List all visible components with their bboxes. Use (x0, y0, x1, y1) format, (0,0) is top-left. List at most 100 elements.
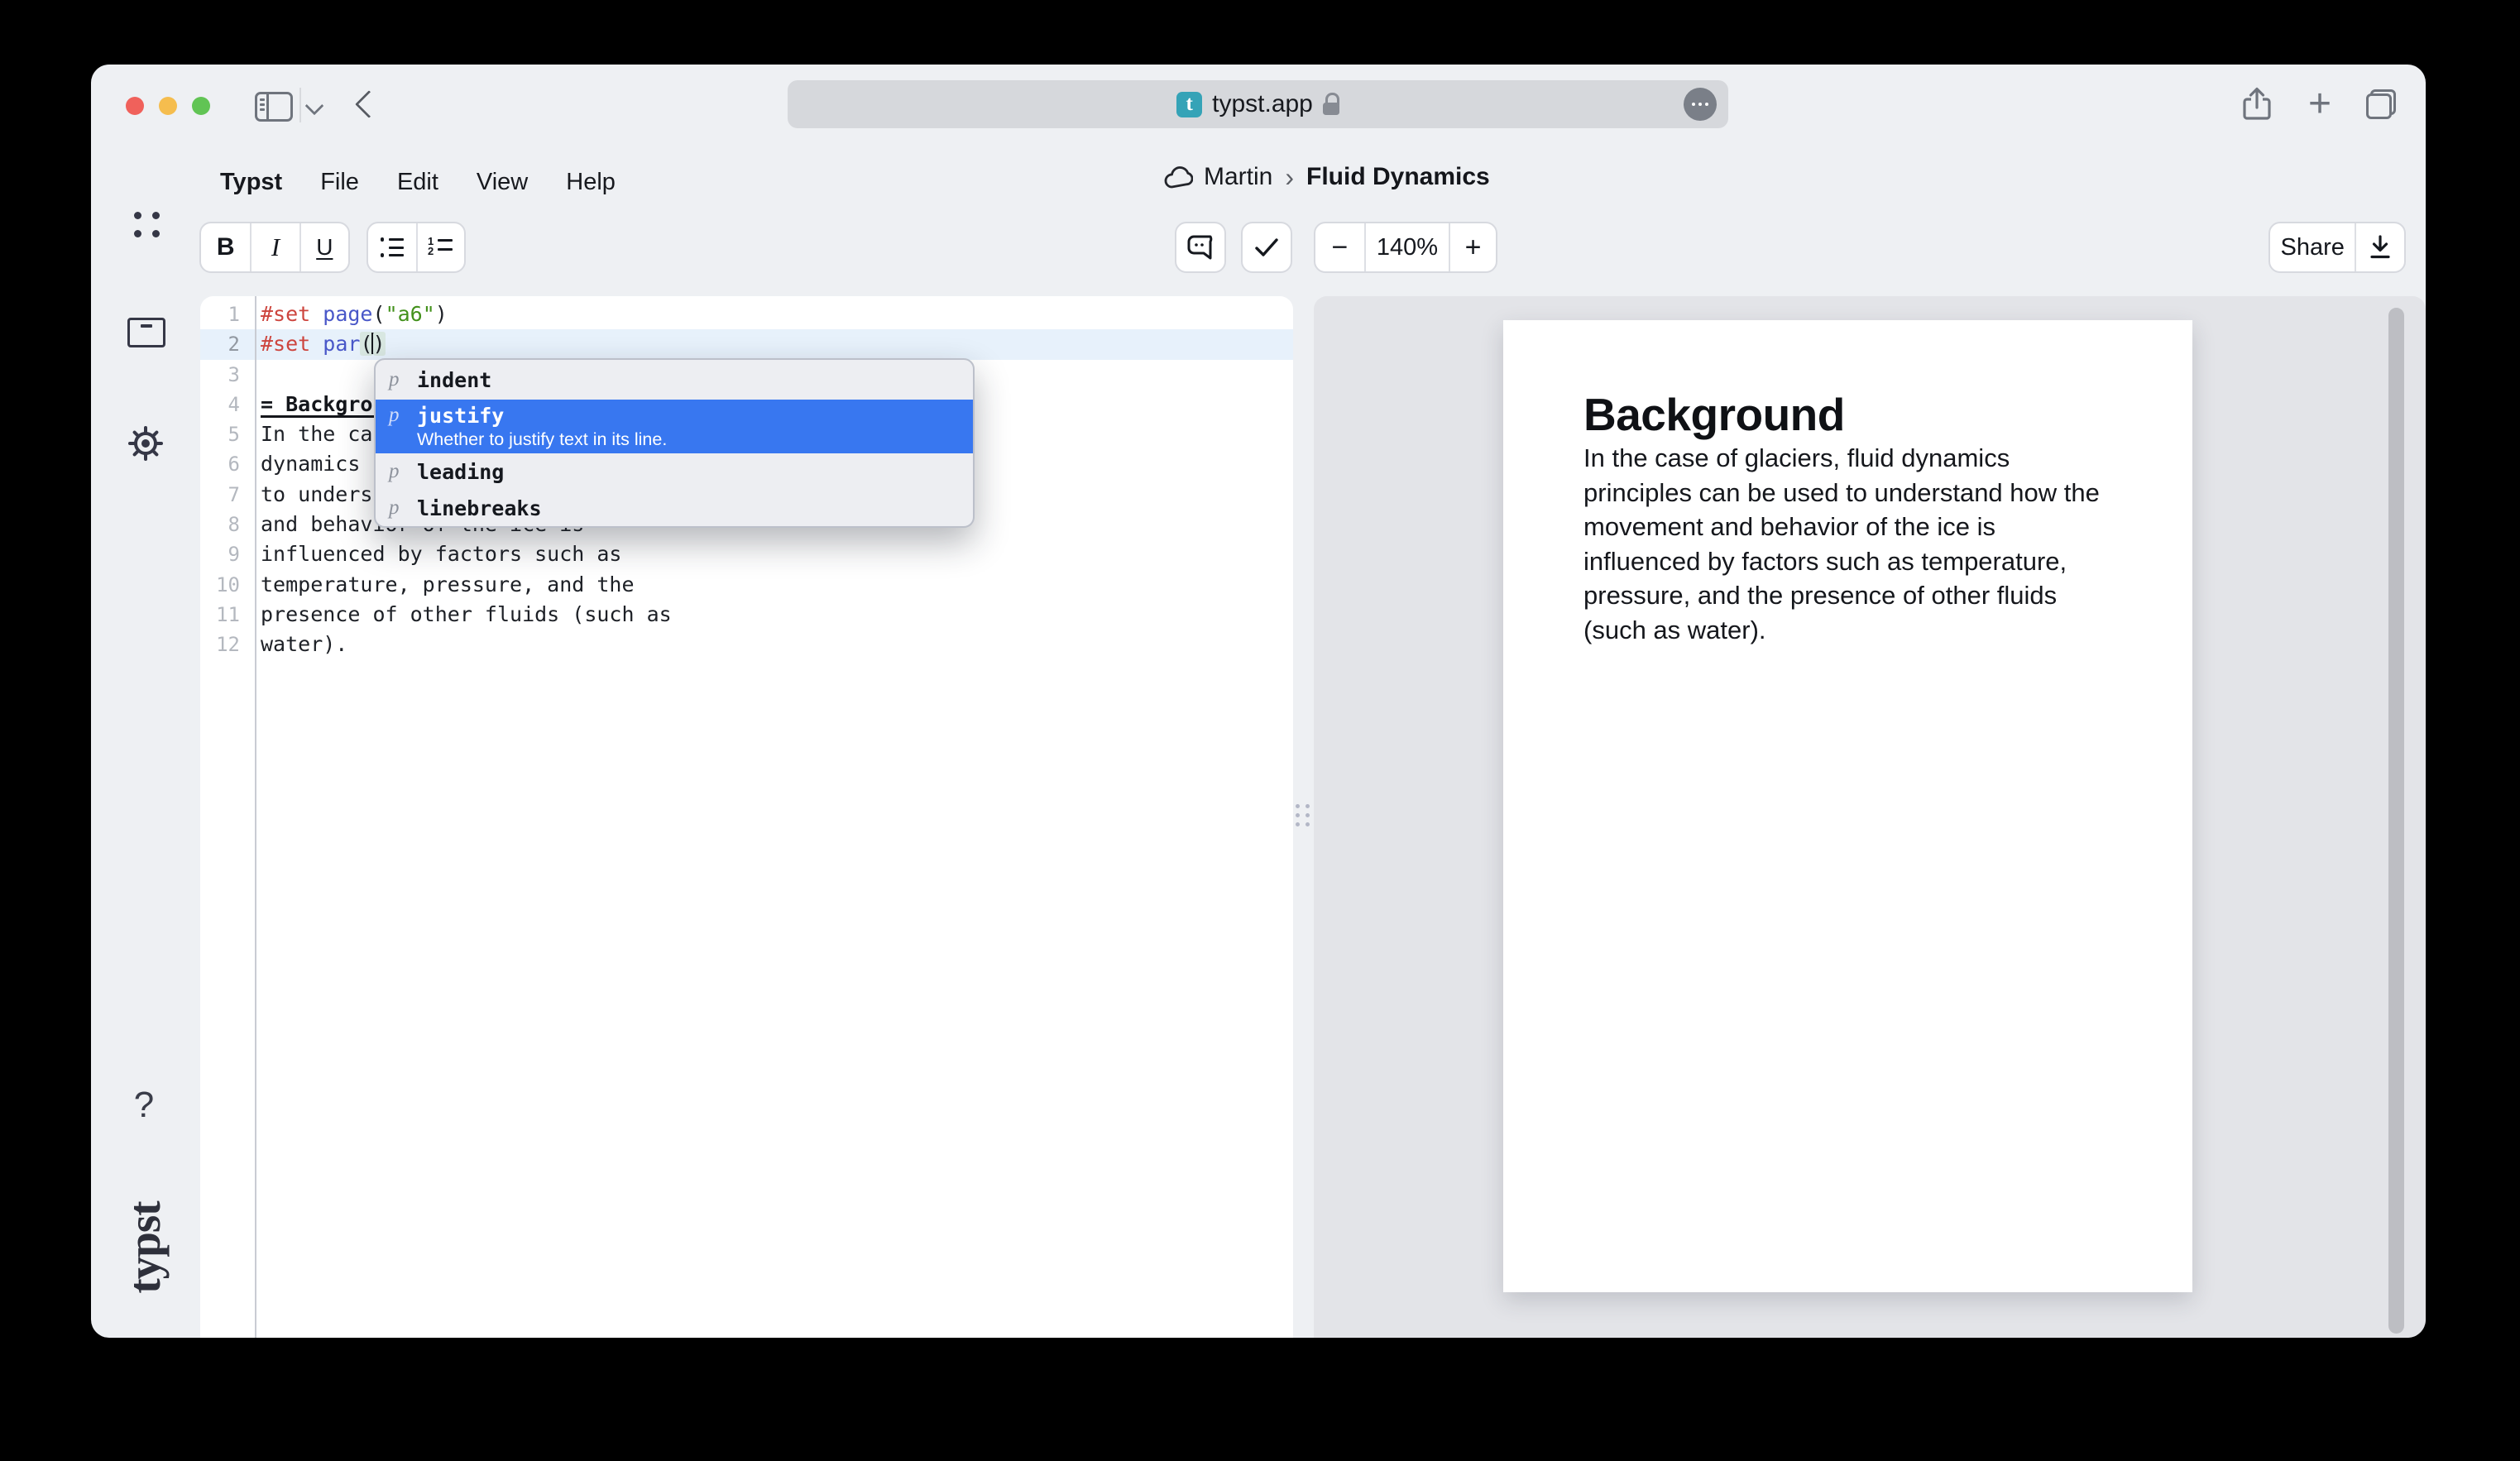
gutter-divider (255, 296, 256, 1338)
italic-button[interactable]: I (250, 223, 299, 271)
breadcrumb[interactable]: Martin › Fluid Dynamics (1163, 159, 1490, 195)
code-line-12[interactable]: 12water). (200, 630, 1293, 659)
titlebar-divider (299, 88, 301, 122)
preview-text-line: (such as water). (1583, 613, 2146, 648)
preview-heading: Background (1583, 388, 1845, 441)
line-number: 4 (200, 390, 255, 419)
share-page-button[interactable] (2234, 83, 2280, 126)
gear-icon[interactable] (126, 424, 165, 463)
share-up-icon (2241, 86, 2273, 122)
typst-logo: typst (120, 1186, 168, 1310)
list-button-group: 12 (367, 222, 466, 273)
tab-overview-icon (2366, 89, 2396, 119)
code-line-9[interactable]: 9influenced by factors such as (200, 539, 1293, 569)
pane-resize-handle[interactable] (1296, 804, 1310, 826)
preview-text-line: pressure, and the presence of other flui… (1583, 578, 2146, 613)
download-button[interactable] (2355, 223, 2404, 271)
sidebar-toggle-divider (266, 94, 269, 119)
preview-text-line: In the case of glaciers, fluid dynamics (1583, 441, 2146, 476)
autocomplete-item-justify[interactable]: p justifyWhether to justify text in its l… (376, 400, 973, 453)
code-line-1[interactable]: 1#set page("a6") (200, 299, 1293, 329)
lock-icon (1323, 92, 1339, 117)
preview-page: Background In the case of glaciers, flui… (1503, 320, 2192, 1292)
bullet-list-button[interactable] (368, 223, 416, 271)
preview-text-line: principles can be used to understand how… (1583, 476, 2146, 510)
parameter-badge-icon: p (389, 404, 407, 427)
bullet-list-icon (381, 237, 404, 257)
autocomplete-label: leading (417, 460, 504, 484)
bold-button[interactable]: B (201, 223, 250, 271)
sidebar-toggle-icon[interactable] (255, 92, 293, 122)
desktop-background: t typst.app + Typst File Edit View Help Mart… (0, 0, 2520, 1461)
apps-grid-icon[interactable] (134, 212, 160, 237)
breadcrumb-workspace[interactable]: Martin (1204, 163, 1272, 191)
zoom-control-group: − 140% + (1314, 222, 1497, 273)
autocomplete-label: justify (417, 404, 504, 428)
zoom-in-button[interactable]: + (1449, 223, 1496, 271)
autocomplete-item-indent[interactable]: pindent (376, 360, 973, 400)
menu-help[interactable]: Help (566, 169, 616, 196)
preview-pane: Background In the case of glaciers, flui… (1314, 296, 2426, 1338)
line-number: 6 (200, 449, 255, 479)
code-line-11[interactable]: 11presence of other fluids (such as (200, 600, 1293, 630)
menu-view[interactable]: View (477, 169, 528, 196)
share-button[interactable]: Share (2270, 223, 2355, 271)
breadcrumb-separator: › (1283, 162, 1296, 193)
preview-scrollbar[interactable] (2388, 308, 2404, 1334)
code-line-2[interactable]: 2#set par() (200, 329, 1293, 359)
new-tab-plus-icon: + (2308, 88, 2331, 121)
line-number: 10 (200, 570, 255, 600)
download-icon (2369, 235, 2392, 260)
maximize-window-button[interactable] (192, 97, 210, 115)
autocomplete-description: Whether to justify text in its line. (417, 429, 960, 450)
parameter-badge-icon: p (389, 460, 407, 483)
autocomplete-item-linebreaks[interactable]: p linebreaks (376, 490, 973, 526)
breadcrumb-document-title: Fluid Dynamics (1306, 163, 1490, 191)
back-icon[interactable] (355, 90, 383, 118)
numbered-list-icon: 12 (429, 237, 453, 257)
ellipsis-icon[interactable] (1684, 88, 1717, 121)
line-number: 7 (200, 480, 255, 510)
url-text: typst.app (1212, 90, 1313, 118)
line-number: 3 (200, 360, 255, 390)
browser-window: t typst.app + Typst File Edit View Help Mart… (91, 65, 2426, 1338)
traffic-lights (126, 97, 210, 115)
check-icon (1254, 237, 1279, 257)
autocomplete-item-leading[interactable]: p leading (376, 453, 973, 490)
autocomplete-popup: pindentpjustifyWhether to justify text i… (374, 358, 975, 528)
autocomplete-label: linebreaks (417, 496, 542, 520)
site-favicon: t (1176, 92, 1202, 117)
help-button[interactable]: ? (127, 1084, 160, 1127)
parameter-badge-icon: p (389, 368, 407, 391)
code-line-10[interactable]: 10temperature, pressure, and the (200, 570, 1293, 600)
menu-file[interactable]: File (320, 169, 359, 196)
numbered-list-button[interactable]: 12 (416, 223, 464, 271)
line-number: 2 (200, 329, 255, 359)
menu-edit[interactable]: Edit (397, 169, 438, 196)
format-button-group: B I U (199, 222, 350, 273)
menu-bar: Typst File Edit View Help (220, 164, 616, 200)
line-number: 9 (200, 539, 255, 569)
line-number: 8 (200, 510, 255, 539)
minimize-window-button[interactable] (159, 97, 177, 115)
zoom-out-button[interactable]: − (1315, 223, 1364, 271)
preview-text-line: influenced by factors such as temperatur… (1583, 544, 2146, 579)
comment-button[interactable] (1175, 222, 1226, 273)
autocomplete-label: indent (417, 368, 491, 392)
zoom-level[interactable]: 140% (1364, 223, 1449, 271)
tab-overview-button[interactable] (2358, 83, 2404, 126)
preview-body: In the case of glaciers, fluid dynamicsp… (1583, 441, 2146, 648)
chevron-down-icon[interactable] (305, 97, 324, 116)
line-number: 5 (200, 419, 255, 449)
share-button-group: Share (2268, 222, 2406, 273)
underline-button[interactable]: U (299, 223, 348, 271)
new-tab-button[interactable]: + (2297, 83, 2343, 126)
preview-sync-button[interactable] (1241, 222, 1292, 273)
menu-typst[interactable]: Typst (220, 169, 282, 196)
close-window-button[interactable] (126, 97, 144, 115)
preview-text-line: movement and behavior of the ice is (1583, 510, 2146, 544)
cloud-icon (1163, 166, 1193, 189)
parameter-badge-icon: p (389, 496, 407, 520)
address-bar[interactable]: t typst.app (788, 80, 1728, 128)
files-box-icon[interactable] (127, 318, 165, 347)
